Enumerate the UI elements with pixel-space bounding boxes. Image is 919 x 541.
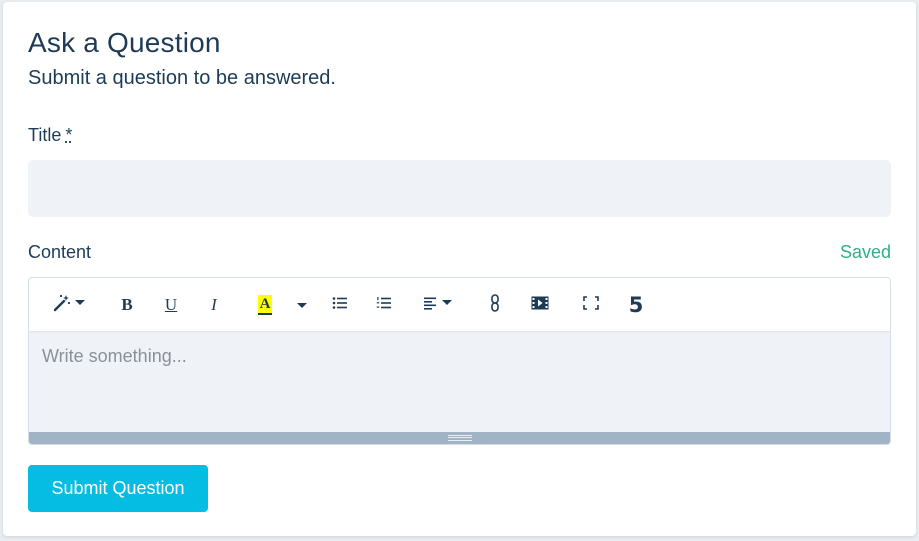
magic-style-icon [52,293,72,318]
bold-button[interactable]: B [117,293,137,317]
submit-question-button[interactable]: Submit Question [28,465,208,512]
page-subtitle: Submit a question to be answered. [28,67,336,89]
save-status: Saved [839,242,891,262]
editor-toolbar: B U I A 5 [29,278,890,331]
ask-question-card: Ask a Question Submit a question to be a… [3,2,916,536]
title-label-text: Title [28,125,62,145]
page-title: Ask a Question [28,27,221,58]
italic-button[interactable]: I [204,293,224,317]
ordered-list-button[interactable] [374,293,394,317]
chevron-down-icon [441,299,452,305]
bold-icon: B [121,295,133,314]
align-icon [423,296,439,315]
title-input[interactable] [28,160,891,217]
highlight-button[interactable]: A [253,293,277,317]
unordered-list-icon [332,296,348,315]
underline-button[interactable]: U [160,293,182,317]
content-textarea[interactable]: Write something... [29,331,890,431]
align-button[interactable] [419,293,455,317]
editor-resize-handle[interactable] [29,432,890,444]
color-dropdown-button[interactable] [295,293,309,317]
rich-text-editor: B U I A 5 Write something... [28,277,891,445]
italic-icon: I [211,295,217,314]
chevron-down-icon [74,299,85,305]
highlight-color-icon: A [257,295,273,315]
chevron-down-icon [297,302,307,308]
fullscreen-button[interactable] [581,293,601,317]
style-button[interactable] [48,293,88,317]
video-button[interactable] [529,293,551,317]
link-button[interactable] [487,293,503,317]
code-view-button[interactable]: 5 [625,293,647,317]
ordered-list-icon [376,296,392,315]
link-icon [490,293,500,317]
required-marker: * [65,125,73,145]
underline-icon: U [164,295,178,314]
fullscreen-icon [583,295,599,315]
unordered-list-button[interactable] [330,293,350,317]
resize-grip-icon [447,435,472,441]
title-label: Title * [28,125,72,146]
html5-icon: 5 [628,293,644,317]
content-label: Content [28,242,92,262]
video-icon [531,296,549,315]
